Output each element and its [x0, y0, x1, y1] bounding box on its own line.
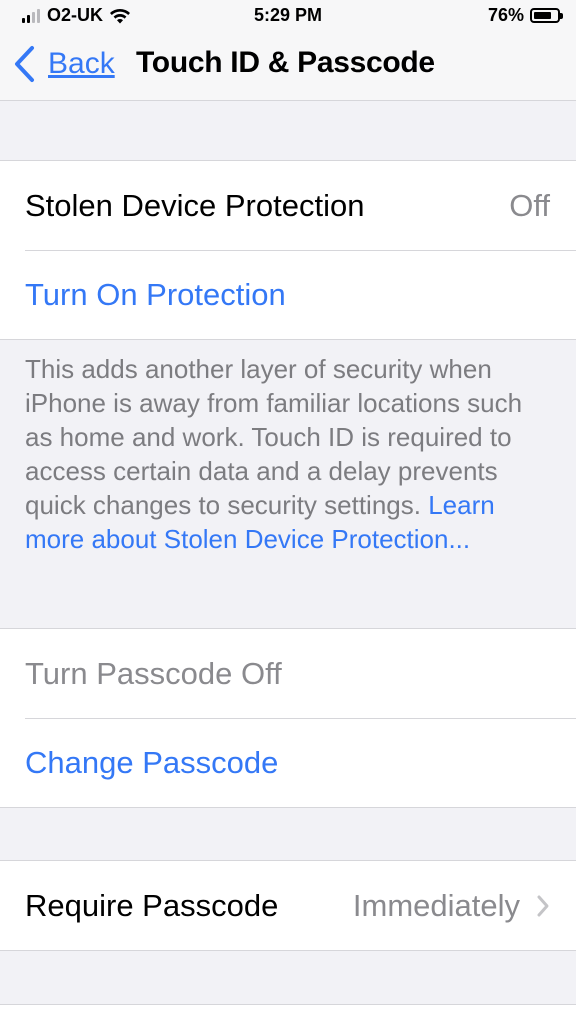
require-passcode-group: Require Passcode Immediately — [0, 860, 576, 951]
passcode-group: Turn Passcode Off Change Passcode — [0, 628, 576, 808]
stolen-device-protection-label: Stolen Device Protection — [25, 187, 365, 223]
stolen-device-protection-row[interactable]: Stolen Device Protection Off — [0, 161, 576, 250]
chevron-right-icon — [537, 895, 549, 916]
status-right: 76% — [487, 5, 563, 26]
require-passcode-label: Require Passcode — [25, 887, 279, 923]
battery-percent: 76% — [487, 5, 524, 25]
settings-screen: O2-UK 5:29 PM 76% Back Touch ID & Passco… — [0, 0, 576, 1024]
back-button[interactable]: Back — [12, 42, 115, 86]
battery-level — [534, 12, 551, 19]
turn-on-protection-button[interactable]: Turn On Protection — [0, 250, 576, 339]
protection-group: Stolen Device Protection Off Turn On Pro… — [0, 160, 576, 340]
status-bar: O2-UK 5:29 PM 76% — [0, 0, 576, 34]
chevron-left-icon — [15, 46, 34, 82]
battery-icon — [530, 8, 563, 23]
require-passcode-row[interactable]: Require Passcode Immediately — [0, 861, 576, 950]
page-title: Touch ID & Passcode — [136, 46, 435, 79]
require-passcode-value: Immediately — [352, 887, 520, 923]
stolen-device-protection-value: Off — [509, 187, 550, 223]
turn-passcode-off-label: Turn Passcode Off — [25, 655, 282, 691]
next-group — [0, 1004, 576, 1024]
turn-passcode-off-button[interactable]: Turn Passcode Off — [0, 629, 576, 718]
change-passcode-label: Change Passcode — [25, 744, 279, 780]
turn-on-protection-label: Turn On Protection — [25, 276, 286, 312]
protection-footer: This adds another layer of security when… — [25, 352, 555, 556]
back-label: Back — [48, 47, 115, 80]
change-passcode-button[interactable]: Change Passcode — [0, 718, 576, 807]
navigation-bar: Back Touch ID & Passcode — [0, 34, 576, 101]
